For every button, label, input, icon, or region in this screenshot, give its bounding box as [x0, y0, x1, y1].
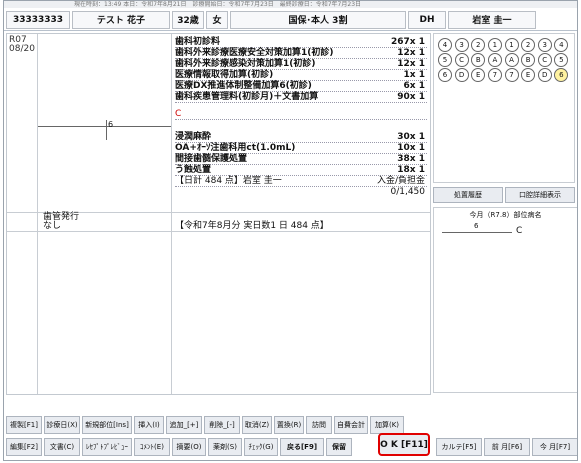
btn-row1-6[interactable]: 取消(Z) — [242, 416, 272, 434]
doctor-name: 岩室 圭一 — [448, 10, 536, 29]
tooth-divider — [106, 120, 107, 140]
tooth-icon[interactable]: 1 — [504, 38, 519, 52]
daily-total-row: 【日計 484 点】岩室 圭一 入金/負担金 — [175, 176, 427, 187]
back-button[interactable]: 戻る[F9] — [280, 438, 324, 456]
tooth-icon[interactable]: B — [521, 53, 536, 67]
patient-age: 32歳 — [172, 10, 204, 29]
karte-button[interactable]: カルテ[F5] — [436, 438, 482, 456]
tooth-icon[interactable]: D — [537, 68, 552, 82]
tooth-icon[interactable]: A — [487, 53, 502, 67]
status-strip: 現在時刻：13:49 本日：令和7年8月21日 診療開始日：令和7年7月23日 … — [4, 1, 577, 8]
btn-row1-8[interactable]: 訪問 — [306, 416, 332, 434]
line-9[interactable]: 間接歯髄保護処置 38x 1 — [175, 154, 427, 165]
procedure-list: 歯科初診料 267x 1 歯科外来診療医療安全対策加算1(初診) 12x 1 歯科外… — [175, 37, 427, 198]
btn-row2-2[interactable]: ﾚｾﾌﾟﾄﾌﾟﾚﾋﾞｭｰ — [82, 438, 132, 456]
summary-row: 歯管発行 なし 【令和7年8月分 実日数1 日 484 点】 — [7, 212, 430, 232]
patient-id: 33333333 — [6, 10, 70, 29]
btn-row1-7[interactable]: 置換(R) — [274, 416, 304, 434]
line-6[interactable]: C — [175, 109, 427, 120]
oral-detail-tab[interactable]: 口腔詳細表示 — [505, 187, 575, 203]
btn-row2-5[interactable]: 薬剤(S) — [208, 438, 242, 456]
hold-button[interactable]: 保留 — [326, 438, 352, 456]
line-2[interactable]: 歯科外来診療感染対策加算1(初診) 12x 1 — [175, 59, 427, 70]
tooth-grid: 43211234 5CBAABC5 6DE77ED6 — [434, 34, 574, 86]
btn-row2-3[interactable]: ｺﾒﾝﾄ(E) — [134, 438, 170, 456]
tooth-icon[interactable]: 1 — [487, 38, 502, 52]
line-5[interactable]: 歯科疾患管理料(初診月)＋文書加算 90x 1 — [175, 92, 427, 103]
month-panel: 今月（R7.8）部位病名 6 C — [433, 207, 577, 393]
tooth-marker: 6 — [108, 120, 114, 129]
btn-row1-3[interactable]: 挿入(I) — [134, 416, 164, 434]
right-tabs: 処置履歴 口腔詳細表示 — [433, 187, 577, 203]
line-4[interactable]: 医療DX推進体制整備加算6(初診) 6x 1 — [175, 81, 427, 92]
toolbar-row-1: 複製[F1] 診療日(X) 新規部位[Ins] 挿入(I) 追加_[+] 削除_… — [6, 416, 436, 434]
app-window: 現在時刻：13:49 本日：令和7年8月21日 診療開始日：令和7年7月23日 … — [3, 0, 578, 461]
history-tab[interactable]: 処置履歴 — [433, 187, 503, 203]
btn-row1-1[interactable]: 診療日(X) — [44, 416, 80, 434]
tooth-chart[interactable]: 43211234 5CBAABC5 6DE77ED6 — [433, 33, 575, 183]
summary-right: 【令和7年8月分 実日数1 日 484 点】 — [175, 221, 329, 231]
doctor-code: DH — [408, 10, 446, 29]
tooth-icon[interactable]: 6 — [438, 68, 452, 82]
patient-sex: 女 — [206, 10, 228, 29]
visit-date: R07 08/20 — [9, 35, 35, 54]
tooth-icon[interactable]: 5 — [554, 53, 569, 67]
prev-month-button[interactable]: 前 月[F6] — [484, 438, 530, 456]
tooth-icon[interactable]: B — [471, 53, 486, 67]
tooth-icon[interactable]: 2 — [471, 38, 486, 52]
btn-row1-4[interactable]: 追加_[+] — [166, 416, 202, 434]
line-8[interactable]: OA+ｵｰｿ注歯科用ct(1.0mL) 10x 1 — [175, 143, 427, 154]
btn-row2-1[interactable]: 文書(C) — [44, 438, 80, 456]
tooth-icon[interactable]: C — [537, 53, 552, 67]
tooth-icon[interactable]: 3 — [454, 38, 469, 52]
line-1[interactable]: 歯科外来診療医療安全対策加算1(初診) 12x 1 — [175, 48, 427, 59]
btn-row1-10[interactable]: 加算(K) — [370, 416, 404, 434]
btn-row2-4[interactable]: 摘要(O) — [172, 438, 206, 456]
tooth-icon[interactable]: 4 — [554, 38, 569, 52]
tooth-icon[interactable]: 4 — [438, 38, 452, 52]
ok-button[interactable]: O K [F11] — [378, 433, 430, 456]
btn-row1-5[interactable]: 削除_[-] — [204, 416, 240, 434]
btn-row2-0[interactable]: 編集[F2] — [6, 438, 42, 456]
line-10[interactable]: う蝕処置 18x 1 — [175, 165, 427, 176]
payment-row: 0/1,450 — [390, 187, 425, 197]
insurance-label: 国保･本人 3割 — [230, 10, 406, 29]
tooth-icon[interactable]: C — [454, 53, 469, 67]
month-chart-tooth: 6 — [474, 222, 479, 230]
line-3[interactable]: 医療情報取得加算(初診) 1x 1 — [175, 70, 427, 81]
month-label: 今月（R7.8）部位病名 — [469, 211, 542, 219]
tooth-icon[interactable]: 3 — [537, 38, 552, 52]
tooth-icon[interactable]: 2 — [521, 38, 536, 52]
chart-main-area: R07 08/20 6 歯科初診料 267x 1 歯科外来診療医療安全対策加算1(… — [6, 33, 431, 395]
btn-row1-0[interactable]: 複製[F1] — [6, 416, 42, 434]
this-month-button[interactable]: 今 月[F7] — [532, 438, 577, 456]
tooth-icon[interactable]: D — [454, 68, 469, 82]
tooth-line — [38, 126, 171, 127]
summary-left: 歯管発行 なし — [43, 212, 80, 231]
tooth-icon[interactable]: 5 — [438, 53, 452, 67]
line-0[interactable]: 歯科初診料 267x 1 — [175, 37, 427, 48]
tooth-icon[interactable]: E — [521, 68, 536, 82]
tooth-icon[interactable]: A — [504, 53, 519, 67]
month-chart-label: C — [516, 226, 523, 236]
month-chart-line — [442, 232, 512, 233]
tooth-icon-selected[interactable]: 6 — [554, 68, 569, 82]
btn-row2-6[interactable]: ﾁｪｯｸ(G) — [244, 438, 278, 456]
right-toolbar: カルテ[F5] 前 月[F6] 今 月[F7] — [436, 438, 577, 456]
patient-header: 33333333 テスト 花子 32歳 女 国保･本人 3割 DH 岩室 圭一 — [4, 9, 577, 31]
tooth-icon[interactable]: 7 — [504, 68, 519, 82]
patient-name: テスト 花子 — [72, 10, 170, 29]
tooth-icon[interactable]: 7 — [487, 68, 502, 82]
btn-row1-9[interactable]: 自費会計 — [334, 416, 368, 434]
toolbar-row-2: 編集[F2] 文書(C) ﾚｾﾌﾟﾄﾌﾟﾚﾋﾞｭｰ ｺﾒﾝﾄ(E) 摘要(O) … — [6, 438, 436, 456]
line-7[interactable]: 浸潤麻酔 30x 1 — [175, 132, 427, 143]
right-panel: 43211234 5CBAABC5 6DE77ED6 処置履歴 口腔詳細表示 今… — [433, 33, 577, 395]
btn-row1-2[interactable]: 新規部位[Ins] — [82, 416, 132, 434]
tooth-icon[interactable]: E — [471, 68, 486, 82]
